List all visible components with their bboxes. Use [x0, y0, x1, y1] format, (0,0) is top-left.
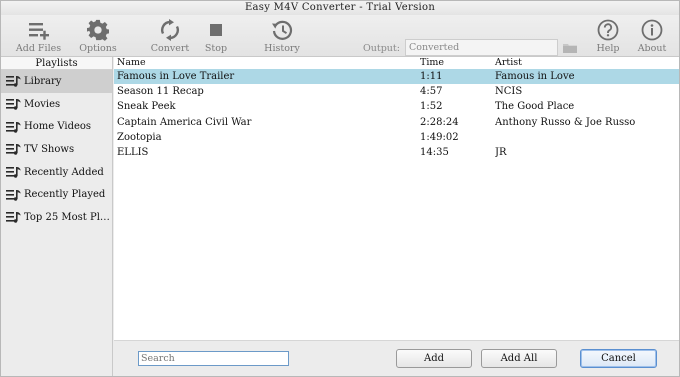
cell-time: 4:57	[420, 86, 443, 98]
help-button[interactable]: Help	[593, 17, 623, 57]
column-header-name[interactable]: Name	[117, 57, 412, 68]
cell-artist: Anthony Russo & Joe Russo	[495, 116, 636, 128]
app-window: Easy M4V Converter - Trial Version Add F…	[0, 0, 680, 377]
playlists-header: Playlists	[1, 57, 112, 70]
cell-time: 14:35	[420, 146, 449, 158]
sidebar-item-recently-played[interactable]: Recently Played	[1, 183, 112, 206]
sidebar-item-label: TV Shows	[24, 143, 75, 155]
add-button[interactable]: Add	[396, 349, 472, 368]
bottom-bar: Add Add All Cancel	[114, 340, 679, 376]
sidebar-item-movies[interactable]: Movies	[1, 93, 112, 116]
cell-name: Sneak Peek	[117, 101, 176, 113]
sidebar-item-label: Library	[24, 75, 62, 87]
sidebar-item-library[interactable]: Library	[1, 70, 112, 93]
cell-artist: Famous in Love	[495, 71, 575, 82]
sidebar-item-top-25-most-played[interactable]: Top 25 Most Pl…	[1, 206, 112, 229]
about-label: About	[637, 43, 667, 54]
table-row[interactable]: Zootopia 1:49:02	[114, 130, 679, 145]
history-icon	[259, 17, 305, 43]
playlist-icon	[6, 189, 21, 201]
cell-name: ELLIS	[117, 146, 149, 158]
search-input[interactable]	[138, 351, 289, 366]
stop-button[interactable]: Stop	[200, 17, 232, 57]
folder-icon[interactable]	[563, 42, 577, 53]
table-row[interactable]: Season 11 Recap 4:57 NCIS	[114, 84, 679, 99]
sidebar-item-label: Recently Added	[24, 166, 104, 178]
cell-time: 2:28:24	[420, 116, 459, 128]
playlist-icon	[6, 99, 21, 110]
sidebar-item-home-videos[interactable]: Home Videos	[1, 115, 112, 138]
stop-icon	[200, 17, 232, 43]
window-title: Easy M4V Converter - Trial Version	[1, 1, 679, 15]
output-path-field[interactable]: Converted	[405, 39, 558, 56]
help-label: Help	[596, 43, 620, 54]
cell-time: 1:11	[420, 71, 443, 82]
cell-time: 1:49:02	[420, 131, 459, 143]
column-header-time[interactable]: Time	[420, 57, 492, 68]
media-table: Name Time Artist Famous in Love Trailer …	[114, 57, 679, 340]
options-button[interactable]: Options	[73, 17, 123, 57]
options-label: Options	[79, 43, 117, 54]
history-button[interactable]: History	[259, 17, 305, 57]
info-icon	[635, 17, 669, 43]
add-all-button[interactable]: Add All	[481, 349, 557, 368]
sidebar-item-label: Home Videos	[24, 121, 92, 133]
sidebar-item-recently-added[interactable]: Recently Added	[1, 161, 112, 184]
cell-name: Famous in Love Trailer	[117, 71, 235, 82]
cancel-button[interactable]: Cancel	[580, 349, 657, 368]
convert-label: Convert	[150, 43, 190, 54]
table-row[interactable]: ELLIS 14:35 JR	[114, 145, 679, 160]
sidebar-item-label: Top 25 Most Pl…	[24, 211, 110, 223]
sidebar-item-tv-shows[interactable]: TV Shows	[1, 138, 112, 161]
help-icon	[593, 17, 623, 43]
table-row[interactable]: Famous in Love Trailer 1:11 Famous in Lo…	[114, 69, 679, 85]
column-header-artist[interactable]: Artist	[495, 57, 675, 68]
cell-artist: The Good Place	[495, 101, 575, 113]
playlist-icon	[6, 212, 21, 224]
cell-artist: JR	[495, 146, 507, 158]
playlist-icon	[6, 144, 21, 156]
sidebar-item-label: Movies	[24, 98, 61, 110]
playlists-sidebar: Playlists Library Movies Home Videos TV …	[1, 57, 113, 376]
convert-icon	[147, 17, 193, 43]
history-label: History	[264, 43, 300, 54]
cell-time: 1:52	[420, 101, 443, 113]
about-button[interactable]: About	[635, 17, 669, 57]
playlist-icon	[6, 76, 21, 88]
stop-label: Stop	[204, 43, 228, 54]
sidebar-item-label: Recently Played	[24, 189, 106, 201]
cell-name: Zootopia	[117, 131, 162, 143]
table-row[interactable]: Sneak Peek 1:52 The Good Place	[114, 99, 679, 114]
output-label: Output:	[363, 43, 400, 54]
convert-button[interactable]: Convert	[147, 17, 193, 57]
table-header: Name Time Artist	[114, 57, 679, 69]
cell-name: Captain America Civil War	[117, 116, 252, 128]
playlist-icon	[6, 167, 21, 178]
cell-name: Season 11 Recap	[117, 86, 204, 98]
toolbar: Add Files Options Convert Stop History O…	[1, 15, 679, 57]
table-row[interactable]: Captain America Civil War 2:28:24 Anthon…	[114, 115, 679, 130]
add-files-label: Add Files	[15, 43, 62, 54]
playlist-icon	[6, 121, 21, 133]
cell-artist: NCIS	[495, 86, 523, 98]
add-files-icon	[11, 17, 66, 43]
add-files-button[interactable]: Add Files	[11, 17, 66, 57]
gear-icon	[73, 17, 123, 43]
